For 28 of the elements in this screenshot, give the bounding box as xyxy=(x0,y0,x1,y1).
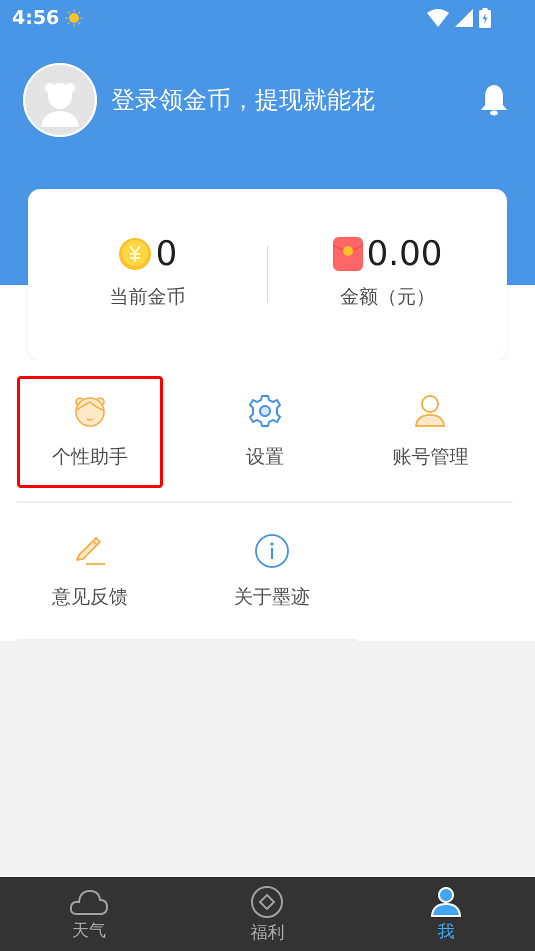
menu-item[interactable]: 设置 xyxy=(192,376,338,488)
menu-item[interactable]: 关于墨迹 xyxy=(199,516,345,628)
girl-face-icon xyxy=(73,394,107,428)
pencil-icon xyxy=(73,534,107,568)
diamond-circle-icon xyxy=(250,884,284,918)
avatar[interactable] xyxy=(23,63,97,137)
nav-tab[interactable]: 福利 xyxy=(178,877,357,951)
stat-value: 0.00 xyxy=(366,234,442,274)
stat-label: 金额（元） xyxy=(340,285,435,310)
menu-item[interactable]: 意见反馈 xyxy=(17,516,163,628)
info-icon xyxy=(255,534,289,568)
person-icon xyxy=(413,394,448,428)
bell-icon[interactable] xyxy=(479,83,509,117)
nav-tab[interactable]: 天气 xyxy=(0,877,178,951)
sun-icon xyxy=(65,9,84,27)
battery-icon xyxy=(479,8,491,28)
menu-item[interactable]: 账号管理 xyxy=(357,376,504,488)
envelope-icon xyxy=(332,237,363,271)
coin-icon xyxy=(118,237,152,271)
gear-icon xyxy=(248,394,282,428)
stat-label: 当前金币 xyxy=(110,285,186,310)
signal-icon xyxy=(455,9,473,27)
status-time: 4:56 xyxy=(12,7,60,29)
person-icon xyxy=(430,886,462,918)
stat-value: 0 xyxy=(156,234,178,274)
wifi-icon xyxy=(427,9,449,27)
nav-tab[interactable]: 我 xyxy=(356,877,535,951)
menu-item[interactable]: 个性助手 xyxy=(17,376,163,488)
